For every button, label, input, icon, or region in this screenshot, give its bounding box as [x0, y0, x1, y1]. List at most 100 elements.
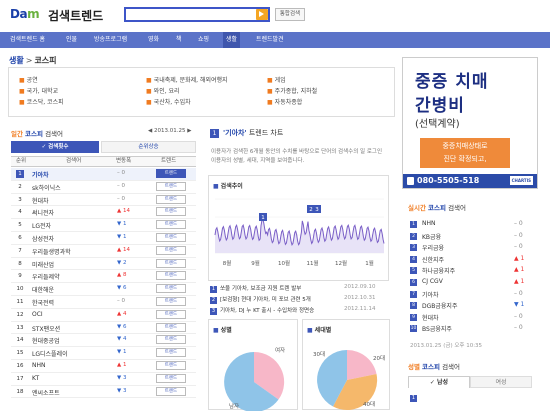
rank-keyword[interactable]: 삼성전자: [32, 234, 54, 243]
tab-rank-rise[interactable]: 순위상승: [101, 141, 196, 153]
realtime-keyword[interactable]: BS금융지주: [422, 324, 452, 333]
trend-button[interactable]: 트렌드: [156, 220, 186, 230]
category-item[interactable]: ■ 국내축제, 문화제, 해외여행지: [146, 75, 228, 84]
rank-keyword[interactable]: 써니전자: [32, 208, 54, 217]
trend-button[interactable]: 트렌드: [156, 335, 186, 345]
trend-button[interactable]: 트렌드: [156, 361, 186, 370]
realtime-keyword[interactable]: 하나금융지주: [422, 266, 455, 275]
trend-button[interactable]: 트렌드: [156, 207, 186, 217]
ranking-row[interactable]: 9 우리들제약 ▲ 8 트렌드: [11, 270, 196, 284]
trend-button[interactable]: 트렌드: [156, 297, 186, 306]
rank-keyword[interactable]: 현대중공업: [32, 336, 60, 345]
rank-keyword[interactable]: NHN: [32, 362, 46, 369]
realtime-row[interactable]: 8 DGB금융지주 ▼ 1: [410, 300, 530, 312]
realtime-row[interactable]: 9 현대차 – 0: [410, 312, 530, 324]
trend-button[interactable]: 트렌드: [156, 194, 186, 204]
nav-book[interactable]: 책: [176, 32, 182, 48]
ranking-row[interactable]: 6 삼성전자 ▼ 1 트렌드: [11, 232, 196, 245]
category-item[interactable]: ■ 코스닥, 코스피: [19, 97, 64, 106]
tab-search-count[interactable]: ✓ 검색횟수: [11, 141, 99, 153]
rank-keyword[interactable]: 현대차: [32, 196, 49, 205]
realtime-row[interactable]: 4 신한지주 ▲ 1: [410, 254, 530, 266]
ranking-row[interactable]: 10 대한해운 ▼ 6 트렌드: [11, 283, 196, 296]
realtime-keyword[interactable]: CJ CGV: [422, 278, 443, 285]
realtime-keyword[interactable]: 우리금융: [422, 243, 444, 252]
rank-keyword[interactable]: sk하이닉스: [32, 183, 61, 192]
category-item[interactable]: ■ 공연: [19, 75, 38, 84]
tab-female[interactable]: 여성: [470, 376, 532, 388]
rank-keyword[interactable]: LG전자: [32, 221, 51, 230]
category-item[interactable]: ■ 와인, 요리: [146, 86, 180, 95]
ranking-row[interactable]: 15 LG디스플레이 ▼ 1 트렌드: [11, 347, 196, 360]
category-item[interactable]: ■ 게임: [267, 75, 286, 84]
realtime-row[interactable]: 5 하나금융지주 ▲ 1: [410, 265, 530, 277]
category-item[interactable]: ■ 국산차, 수입차: [146, 97, 191, 106]
trend-button[interactable]: 트렌드: [156, 348, 186, 358]
ranking-row[interactable]: 11 한국전력 – 0 트렌드: [11, 296, 196, 309]
rank-keyword[interactable]: 한국전력: [32, 298, 54, 307]
news-item[interactable]: 3 기아차, DJ 누 KT 출시 - 수입차와 정면승 2012.11.14: [210, 306, 376, 315]
nav-shopping[interactable]: 쇼핑: [198, 32, 209, 48]
news-item[interactable]: 2 [보검형] 현대 기아차, 미 포브 관련 5개 2012.10.31: [210, 295, 376, 304]
rank-keyword[interactable]: 엔씨소프트: [32, 388, 60, 397]
unified-search-button[interactable]: 통합검색: [275, 8, 305, 21]
category-item[interactable]: ■ 자동차종합: [267, 97, 302, 106]
nav-trend-discover[interactable]: 트렌드발견: [256, 32, 284, 48]
rank-keyword[interactable]: 우리들생명과학: [32, 247, 71, 256]
ranking-row[interactable]: 13 STX팬오션 ▼ 6 트렌드: [11, 322, 196, 335]
realtime-row[interactable]: 3 우리금융 – 0: [410, 242, 530, 254]
rank-keyword[interactable]: 미래산업: [32, 260, 54, 269]
service-title[interactable]: 검색트렌드: [48, 7, 103, 24]
realtime-keyword[interactable]: KB금융: [422, 232, 441, 241]
rank-keyword[interactable]: 우리들제약: [32, 272, 60, 281]
trend-button[interactable]: 트렌드: [156, 386, 186, 396]
category-item[interactable]: ■ 주가종합, 지하철: [267, 86, 317, 95]
trend-button[interactable]: 트렌드: [156, 271, 186, 281]
ad-banner[interactable]: 중증 치매 간병비 (선택계약) 중증치매상태로 진단 확정되고, 080-550…: [402, 57, 538, 189]
realtime-keyword[interactable]: 현대차: [422, 313, 439, 322]
nav-life[interactable]: 생활: [223, 32, 241, 48]
rank-keyword[interactable]: OCI: [32, 311, 43, 318]
realtime-keyword[interactable]: NHN: [422, 220, 436, 227]
rank-keyword[interactable]: KT: [32, 375, 39, 382]
ranking-row[interactable]: 2 sk하이닉스 – 0 트렌드: [11, 181, 196, 194]
rank-keyword[interactable]: LG디스플레이: [32, 349, 68, 358]
ranking-row[interactable]: 5 LG전자 ▼ 1 트렌드: [11, 219, 196, 232]
trend-button[interactable]: 트렌드: [156, 309, 186, 319]
ranking-row[interactable]: 14 현대중공업 ▼ 4 트렌드: [11, 334, 196, 348]
trend-button[interactable]: 트렌드: [156, 233, 186, 242]
realtime-keyword[interactable]: 신한지주: [422, 255, 444, 264]
nav-person[interactable]: 인물: [66, 32, 77, 48]
news-item[interactable]: 1 쏘울 기아차, 보조금 지원 트렌 발부 2012.09.10: [210, 284, 376, 293]
realtime-keyword[interactable]: DGB금융지주: [422, 301, 457, 310]
realtime-row[interactable]: 6 CJ CGV ▲ 1: [410, 277, 530, 289]
realtime-keyword[interactable]: 기아차: [422, 290, 439, 299]
ranking-row[interactable]: 18 엔씨소프트 ▼ 3 트렌드: [11, 386, 196, 399]
trend-button[interactable]: 트렌드: [156, 258, 186, 268]
trend-button[interactable]: 트렌드: [156, 169, 186, 178]
trend-button[interactable]: 트렌드: [156, 284, 186, 294]
ranking-date[interactable]: ◀ 2013.01.25 ▶: [148, 128, 191, 134]
ranking-row[interactable]: 4 써니전자 ▲ 14 트렌드: [11, 206, 196, 220]
nav-movie[interactable]: 영화: [148, 32, 159, 48]
ranking-row[interactable]: 3 현대차 – 0 트렌드: [11, 194, 196, 207]
realtime-row[interactable]: 2 KB금융 – 0: [410, 231, 530, 243]
breadcrumb-section[interactable]: 생활: [9, 56, 24, 65]
search-input[interactable]: [124, 7, 270, 22]
nav-home[interactable]: 검색트렌드 홈: [10, 32, 45, 48]
ranking-row[interactable]: 7 우리들생명과학 ▲ 14 트렌드: [11, 245, 196, 258]
ranking-row[interactable]: 17 KT ▼ 3 트렌드: [11, 373, 196, 386]
next-date-icon[interactable]: ▶: [185, 128, 191, 134]
trend-button[interactable]: 트렌드: [156, 322, 186, 332]
trend-button[interactable]: 트렌드: [156, 245, 186, 255]
daum-logo[interactable]: Dam: [10, 7, 40, 21]
rank-keyword[interactable]: 기아차: [32, 170, 49, 179]
tab-male[interactable]: ✓ 남성: [408, 376, 470, 388]
trend-button[interactable]: 트렌드: [156, 181, 186, 191]
ranking-row[interactable]: 8 미래산업 ▼ 2 트렌드: [11, 258, 196, 271]
trend-button[interactable]: 트렌드: [156, 373, 186, 383]
realtime-row[interactable]: 1 NHN – 0: [410, 219, 530, 231]
ranking-row[interactable]: 1 기아차 – 0 트렌드: [11, 168, 196, 181]
search-button[interactable]: [256, 9, 268, 20]
rank-keyword[interactable]: 대한해운: [32, 285, 54, 294]
